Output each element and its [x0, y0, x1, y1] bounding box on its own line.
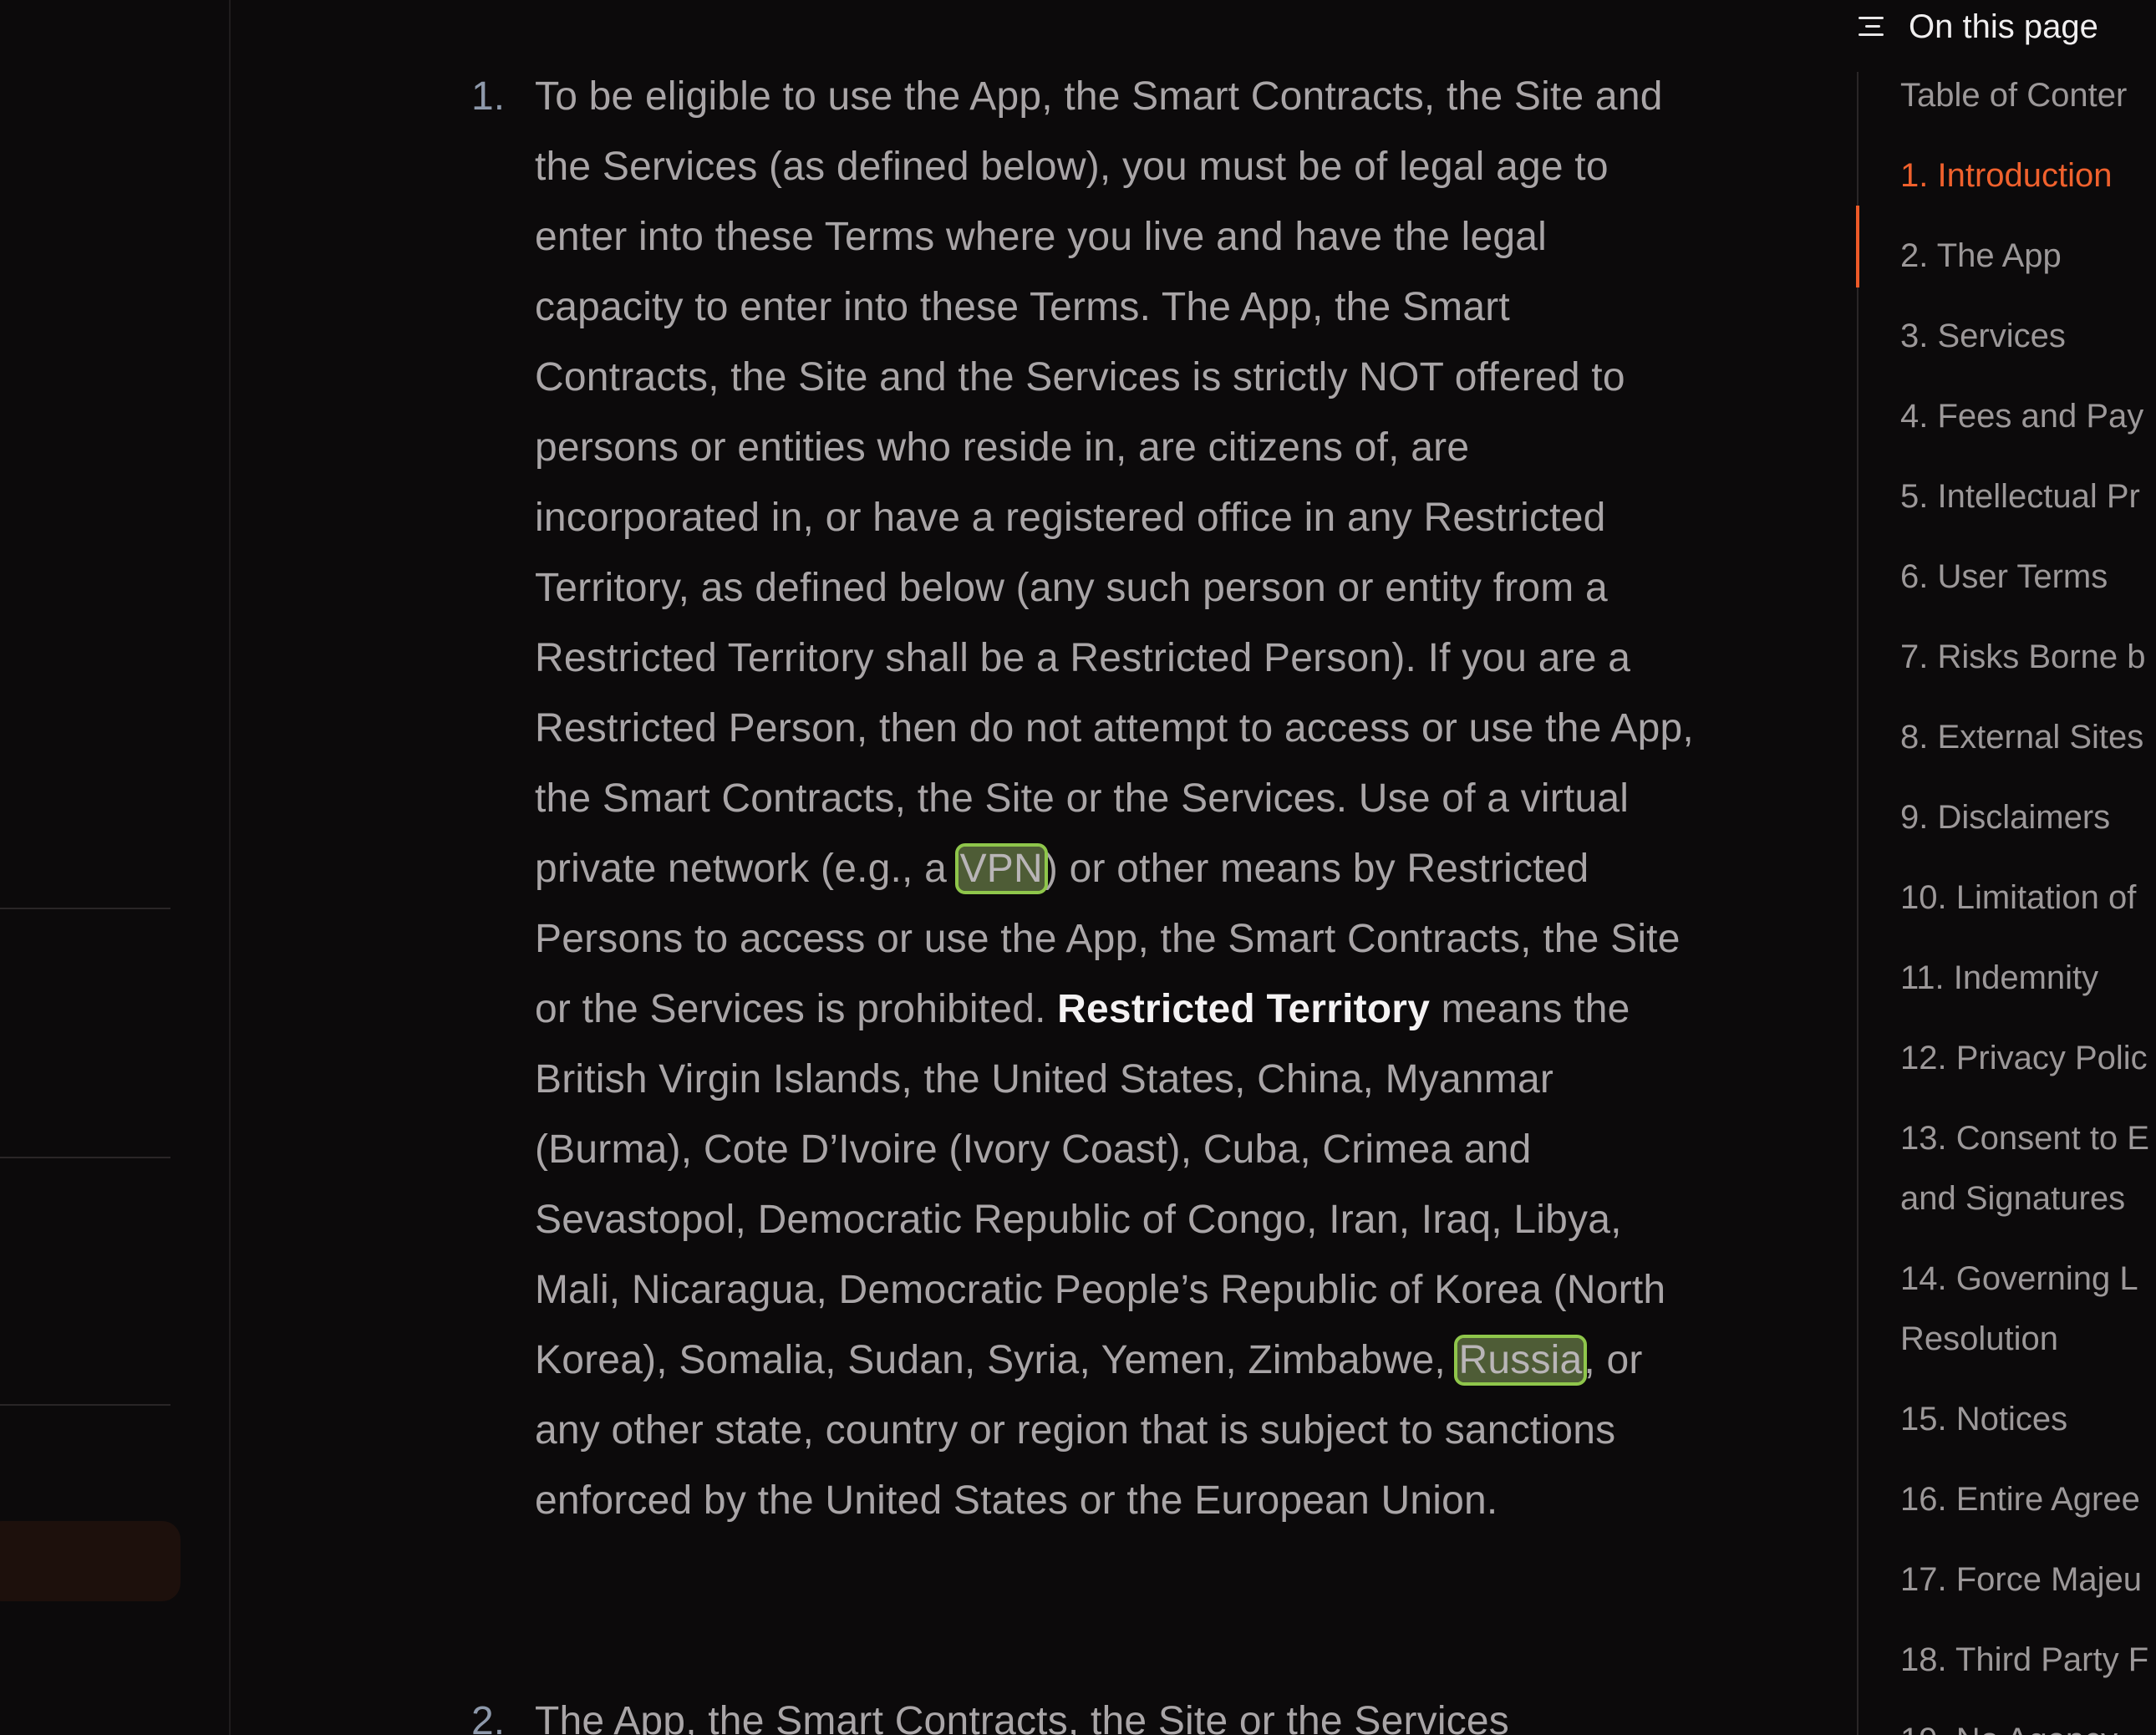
sidebar-active-item[interactable] [0, 1521, 181, 1601]
on-this-page-toc: On this page Table of Conter 1. Introduc… [1856, 0, 2156, 1735]
toc-item-active[interactable]: 1. Introduction [1900, 145, 2113, 206]
list-marker: 2. [471, 1699, 506, 1735]
toc-item[interactable]: 3. Services [1900, 306, 2066, 366]
paragraph-text: means the British Virgin Islands, the Un… [535, 987, 1666, 1382]
toc-rail [1856, 72, 1859, 1735]
toc-item[interactable]: 18. Third Party F [1900, 1630, 2148, 1690]
paragraph-text: To be eligible to use the App, the Smart… [535, 74, 1694, 891]
toc-item[interactable]: 10. Limitation of [1900, 868, 2136, 928]
paragraph-text: The App, the Smart Contracts, the Site o… [535, 1699, 1510, 1735]
sidebar-divider [0, 1404, 170, 1406]
terms-page: 1. To be eligible to use the App, the Sm… [0, 0, 2156, 1735]
toc-active-indicator [1856, 206, 1859, 287]
toc-item[interactable]: 12. Privacy Polic [1900, 1028, 2148, 1088]
list-outline-icon [1857, 13, 1887, 40]
toc-item[interactable]: 16. Entire Agree [1900, 1469, 2140, 1529]
toc-item[interactable]: 19. No Agency [1900, 1710, 2118, 1735]
search-highlight-vpn: VPN [954, 843, 1048, 894]
toc-item-continuation[interactable]: Resolution [1900, 1309, 2058, 1369]
toc-item[interactable]: Table of Conter [1900, 65, 2127, 125]
search-highlight-russia: Russia [1453, 1335, 1588, 1386]
ordered-list-item: 2. The App, the Smart Contracts, the Sit… [468, 1687, 1705, 1735]
toc-title: On this page [1909, 8, 2098, 45]
toc-item[interactable]: 13. Consent to E [1900, 1108, 2149, 1168]
eligibility-paragraph: To be eligible to use the App, the Smart… [535, 62, 1705, 1536]
left-sidebar [0, 0, 231, 1735]
toc-item[interactable]: 9. Disclaimers [1900, 787, 2110, 847]
ordered-list-item: 1. To be eligible to use the App, the Sm… [468, 62, 1705, 1536]
toc-item[interactable]: 2. The App [1900, 226, 2062, 286]
toc-item[interactable]: 17. Force Majeu [1900, 1549, 2142, 1610]
toc-item[interactable]: 15. Notices [1900, 1389, 2067, 1449]
toc-item-continuation[interactable]: and Signatures [1900, 1168, 2125, 1229]
sidebar-divider [0, 1157, 170, 1158]
toc-item[interactable]: 11. Indemnity [1900, 948, 2098, 1008]
toc-item[interactable]: 5. Intellectual Pr [1900, 466, 2140, 527]
sidebar-divider [0, 908, 170, 909]
toc-header: On this page [1857, 3, 2098, 50]
defined-term: Restricted Territory [1057, 987, 1431, 1031]
toc-item[interactable]: 14. Governing L [1900, 1249, 2138, 1309]
toc-item[interactable]: 7. Risks Borne b [1900, 627, 2145, 687]
toc-item[interactable]: 8. External Sites [1900, 707, 2143, 767]
toc-item[interactable]: 4. Fees and Pay [1900, 386, 2143, 446]
list-marker: 1. [471, 74, 506, 119]
toc-item[interactable]: 6. User Terms [1900, 547, 2108, 607]
